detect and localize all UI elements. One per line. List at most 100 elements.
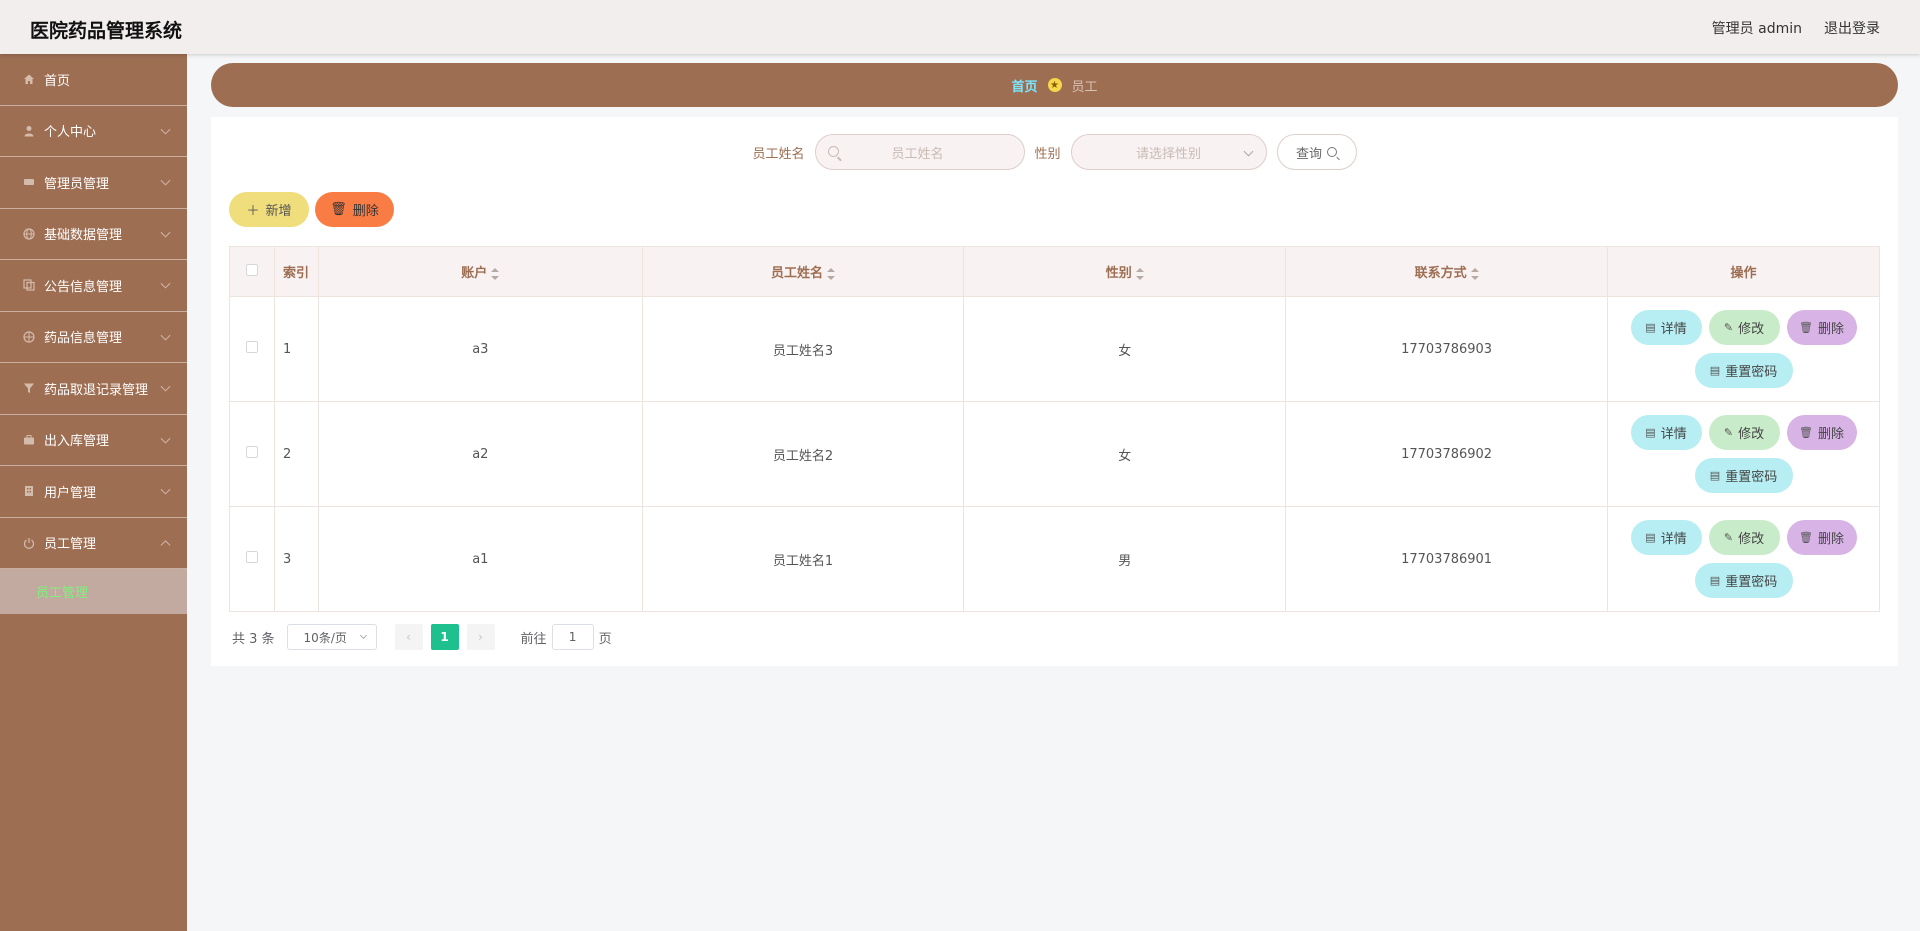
reset-password-button[interactable]: ▤ 重置密码	[1694, 563, 1793, 598]
query-button-label: 查询	[1296, 146, 1323, 162]
main-panel: 员工姓名 员工姓名 性别 请选择性别 查询 ＋ 新增 🗑 删除 索引 账户 员工…	[211, 117, 1898, 666]
reset-password-button[interactable]: ▤ 重置密码	[1694, 458, 1793, 493]
delete-label: 删除	[1817, 322, 1844, 337]
delete-button[interactable]: 🗑 删除	[1786, 520, 1857, 555]
header-phone[interactable]: 联系方式	[1285, 246, 1608, 297]
sidebar-item-users[interactable]: 用户管理	[0, 466, 187, 518]
document-icon: ▤	[1709, 469, 1721, 482]
logout-link[interactable]: 退出登录	[1824, 18, 1880, 38]
detail-button[interactable]: ▤ 详情	[1630, 520, 1702, 555]
header-gender[interactable]: 性别	[963, 246, 1287, 297]
sidebar-item-label: 员工管理	[44, 537, 97, 553]
plus-icon: ＋	[246, 204, 260, 219]
detail-label: 详情	[1660, 427, 1687, 442]
page-number-current[interactable]: 1	[430, 624, 459, 650]
cell-account: a1	[317, 506, 643, 612]
cell-gender: 男	[963, 506, 1287, 612]
select-all-cell	[229, 246, 275, 297]
table-row: 3 a1 员工姓名1 男 17703786901 ▤ 详情 ✎ 修改 🗑 删除 ▤ 重置…	[229, 506, 1880, 612]
header-account[interactable]: 账户	[317, 246, 643, 297]
row-actions: ▤ 详情 ✎ 修改 🗑 删除 ▤ 重置密码	[1624, 310, 1864, 388]
sidebar: 首页 个人中心 管理员管理 基础数据管理 公告信息管理 药品信息管理 药品取退记…	[0, 54, 187, 931]
table-row: 2 a2 员工姓名2 女 17703786902 ▤ 详情 ✎ 修改 🗑 删除 ▤ 重置…	[229, 401, 1880, 507]
chevron-down-icon	[359, 631, 367, 640]
chevron-down-icon	[160, 433, 171, 444]
sidebar-item-employees[interactable]: 员工管理	[0, 518, 187, 569]
prev-page-button[interactable]: ‹	[394, 624, 423, 650]
pencil-icon: ✎	[1723, 426, 1734, 439]
sidebar-item-label: 个人中心	[44, 125, 97, 141]
breadcrumb-home[interactable]: 首页	[1011, 76, 1037, 95]
row-actions: ▤ 详情 ✎ 修改 🗑 删除 ▤ 重置密码	[1624, 415, 1864, 493]
gender-select-placeholder: 请选择性别	[1136, 146, 1202, 162]
goto-label: 前往	[520, 631, 547, 647]
gender-filter-label: 性别	[1034, 146, 1061, 162]
row-checkbox[interactable]	[245, 446, 258, 458]
sidebar-item-admin[interactable]: 管理员管理	[0, 157, 187, 209]
detail-label: 详情	[1660, 322, 1687, 337]
total-count: 共 3 条	[232, 631, 275, 647]
header-index: 索引	[273, 246, 319, 297]
detail-label: 详情	[1660, 532, 1687, 547]
edit-button[interactable]: ✎ 修改	[1708, 310, 1780, 345]
row-select-cell	[229, 296, 275, 402]
page-size-select[interactable]: 10条/页	[286, 624, 377, 650]
power-icon	[22, 536, 36, 550]
add-button[interactable]: ＋ 新增	[229, 192, 309, 227]
cell-ops: ▤ 详情 ✎ 修改 🗑 删除 ▤ 重置密码	[1607, 296, 1880, 402]
gender-select[interactable]: 请选择性别	[1070, 134, 1267, 170]
home-icon	[22, 72, 36, 86]
sidebar-item-label: 基础数据管理	[44, 228, 123, 244]
edit-label: 修改	[1738, 322, 1765, 337]
goto-page-input[interactable]: 1	[551, 624, 594, 650]
sort-icon	[1470, 267, 1479, 280]
detail-button[interactable]: ▤ 详情	[1630, 310, 1702, 345]
add-button-label: 新增	[265, 204, 292, 219]
sidebar-item-medicine-info[interactable]: 药品信息管理	[0, 312, 187, 363]
pagination: 共 3 条 10条/页 ‹ 1 › 前往 1 页	[232, 624, 612, 650]
cell-gender: 女	[963, 401, 1287, 507]
sidebar-item-label: 首页	[44, 73, 71, 89]
delete-button[interactable]: 🗑 删除	[1786, 310, 1857, 345]
chevron-down-icon	[160, 175, 171, 186]
page-suffix: 页	[598, 631, 612, 647]
delete-button[interactable]: 🗑 删除	[1786, 415, 1857, 450]
cell-account: a2	[317, 401, 643, 507]
select-all-checkbox[interactable]	[245, 263, 258, 276]
chevron-down-icon	[160, 381, 171, 392]
sidebar-item-inventory[interactable]: 出入库管理	[0, 415, 187, 466]
sidebar-item-announcements[interactable]: 公告信息管理	[0, 260, 187, 312]
batch-delete-button[interactable]: 🗑 删除	[315, 192, 394, 227]
row-select-cell	[229, 506, 275, 612]
cell-phone: 17703786901	[1285, 506, 1608, 612]
cell-index: 2	[273, 401, 319, 507]
reset-password-button[interactable]: ▤ 重置密码	[1694, 353, 1793, 388]
admin-icon	[22, 175, 36, 189]
row-checkbox[interactable]	[245, 341, 258, 353]
chevron-right-icon: ›	[478, 630, 483, 644]
sidebar-item-profile[interactable]: 个人中心	[0, 106, 187, 157]
sidebar-item-medicine-records[interactable]: 药品取退记录管理	[0, 363, 187, 415]
sidebar-item-label: 管理员管理	[44, 176, 110, 192]
sidebar-subitem-employee-management[interactable]: 员工管理	[0, 569, 187, 614]
edit-button[interactable]: ✎ 修改	[1708, 415, 1780, 450]
sidebar-item-home[interactable]: 首页	[0, 54, 187, 106]
document-icon: ▤	[1709, 574, 1721, 587]
cell-account: a3	[317, 296, 643, 402]
sidebar-item-basic-data[interactable]: 基础数据管理	[0, 209, 187, 260]
trash-icon: 🗑	[1799, 426, 1813, 439]
row-checkbox[interactable]	[245, 551, 258, 563]
next-page-button[interactable]: ›	[466, 624, 495, 650]
edit-button[interactable]: ✎ 修改	[1708, 520, 1780, 555]
query-button[interactable]: 查询	[1276, 134, 1357, 170]
detail-button[interactable]: ▤ 详情	[1630, 415, 1702, 450]
employee-name-input[interactable]: 员工姓名	[814, 134, 1025, 170]
cell-name: 员工姓名1	[641, 506, 965, 612]
cell-phone: 17703786902	[1285, 401, 1608, 507]
document-icon: ▤	[1645, 531, 1656, 544]
globe-icon	[22, 227, 36, 241]
sort-icon	[827, 267, 836, 280]
breadcrumb: 首页 ★ 员工	[211, 63, 1898, 107]
star-icon: ★	[1047, 78, 1062, 92]
header-name[interactable]: 员工姓名	[641, 246, 965, 297]
